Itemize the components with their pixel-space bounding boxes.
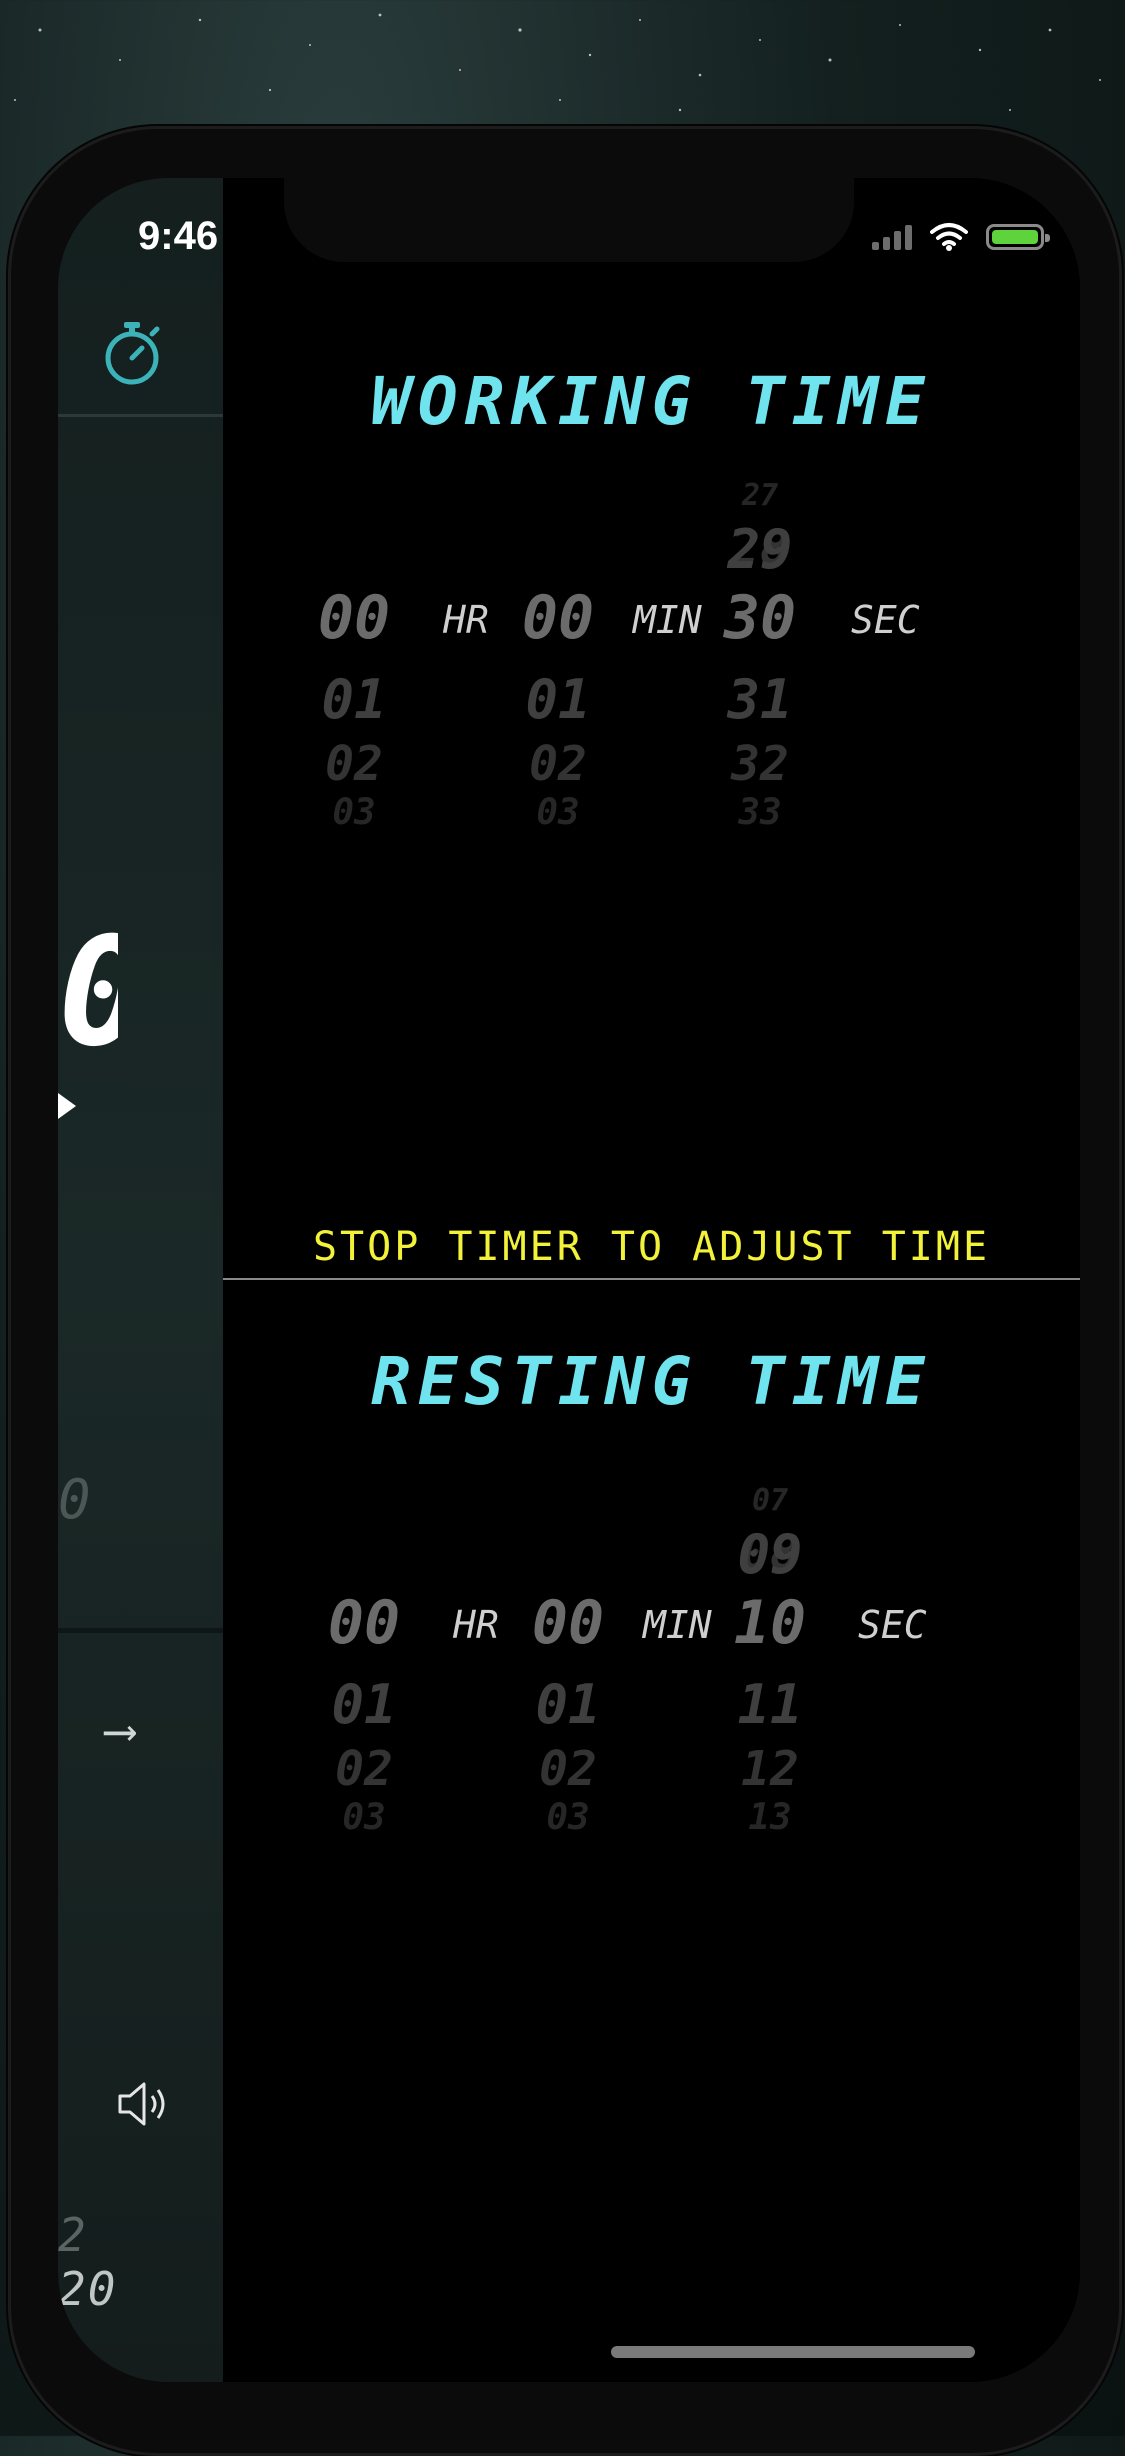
working-seconds-option[interactable]: 33 bbox=[685, 792, 835, 833]
divider bbox=[58, 414, 223, 417]
status-icons bbox=[872, 222, 1050, 252]
working-minutes-selected[interactable]: 00 bbox=[483, 583, 633, 653]
resting-minutes-selected[interactable]: 00 bbox=[493, 1588, 643, 1658]
resting-minutes-option[interactable]: 01 bbox=[493, 1673, 643, 1736]
resting-seconds-option[interactable]: 13 bbox=[695, 1797, 845, 1838]
battery-icon bbox=[986, 224, 1050, 250]
working-minutes-wheel[interactable]: 00 01 02 03 bbox=[483, 478, 633, 998]
resting-minutes-wheel[interactable]: 00 01 02 03 bbox=[493, 1483, 643, 2003]
resting-hours-option[interactable]: 02 bbox=[289, 1741, 439, 1797]
time-settings-panel: WORKING TIME 00 01 02 03 HR 00 01 02 03 … bbox=[223, 178, 1080, 2382]
working-minutes-option[interactable]: 01 bbox=[483, 668, 633, 731]
signal-icon bbox=[872, 224, 912, 250]
working-minutes-option[interactable]: 03 bbox=[483, 792, 633, 833]
camera-notch bbox=[284, 178, 854, 262]
working-time-picker[interactable]: 00 01 02 03 HR 00 01 02 03 MIN 27 28 29 … bbox=[223, 478, 1080, 998]
speaker-icon[interactable] bbox=[116, 2078, 172, 2130]
stopwatch-icon[interactable] bbox=[100, 318, 164, 388]
round-counter: 2 20 bbox=[58, 2208, 223, 2316]
working-hours-option[interactable]: 01 bbox=[279, 668, 429, 731]
working-seconds-selected[interactable]: 30 bbox=[685, 583, 835, 653]
working-seconds-option[interactable]: 31 bbox=[685, 668, 835, 731]
working-hours-option[interactable]: 02 bbox=[279, 736, 429, 792]
working-hours-wheel[interactable]: 00 01 02 03 bbox=[279, 478, 429, 998]
working-minutes-option[interactable]: 02 bbox=[483, 736, 633, 792]
working-hours-selected[interactable]: 00 bbox=[279, 583, 429, 653]
resting-hours-option[interactable]: 03 bbox=[289, 1797, 439, 1838]
resting-hours-selected[interactable]: 00 bbox=[289, 1588, 439, 1658]
stop-timer-notice: STOP TIMER TO ADJUST TIME bbox=[312, 1224, 991, 1270]
resting-seconds-option[interactable]: 09 bbox=[695, 1523, 845, 1586]
resting-minutes-option[interactable]: 02 bbox=[493, 1741, 643, 1797]
hours-unit-label: HR bbox=[443, 598, 489, 642]
section-divider bbox=[223, 1278, 1080, 1280]
small-timer-digit: 0 bbox=[58, 1468, 91, 1531]
working-seconds-wheel-main[interactable]: 29 30 31 32 33 bbox=[685, 478, 835, 998]
resting-time-title: RESTING TIME bbox=[371, 1343, 932, 1420]
play-indicator-icon bbox=[58, 1093, 76, 1119]
resting-hours-option[interactable]: 01 bbox=[289, 1673, 439, 1736]
home-indicator[interactable] bbox=[611, 2346, 975, 2358]
seconds-unit-label: SEC bbox=[858, 1603, 927, 1647]
next-arrow-icon[interactable]: ⟶ bbox=[106, 1703, 134, 1757]
resting-hours-wheel[interactable]: 00 01 02 03 bbox=[289, 1483, 439, 2003]
underlying-app-strip[interactable]: 0 0 ⟶ 2 20 bbox=[58, 178, 223, 2382]
hours-unit-label: HR bbox=[453, 1603, 499, 1647]
round-counter-left: 2 bbox=[58, 2208, 88, 2262]
divider bbox=[58, 1628, 223, 1633]
status-time: 9:46 bbox=[138, 214, 219, 258]
resting-seconds-option[interactable]: 11 bbox=[695, 1673, 845, 1736]
resting-seconds-selected[interactable]: 10 bbox=[695, 1588, 845, 1658]
resting-seconds-option[interactable]: 12 bbox=[695, 1741, 845, 1797]
phone-screen: 0 0 ⟶ 2 20 WORKING TIME 00 01 02 03 bbox=[58, 178, 1080, 2382]
working-seconds-option[interactable]: 32 bbox=[685, 736, 835, 792]
resting-minutes-option[interactable]: 03 bbox=[493, 1797, 643, 1838]
resting-seconds-wheel-main[interactable]: 09 10 11 12 13 bbox=[695, 1483, 845, 2003]
working-seconds-option[interactable]: 29 bbox=[685, 518, 835, 581]
seconds-unit-label: SEC bbox=[851, 598, 920, 642]
working-time-title: WORKING TIME bbox=[371, 363, 932, 440]
large-timer-digit: 0 bbox=[58, 918, 118, 1068]
resting-time-picker[interactable]: 00 01 02 03 HR 00 01 02 03 MIN 07 08 09 … bbox=[223, 1483, 1080, 2003]
round-counter-value: 20 bbox=[58, 2262, 118, 2316]
working-hours-option[interactable]: 03 bbox=[279, 792, 429, 833]
wifi-icon bbox=[930, 223, 968, 251]
